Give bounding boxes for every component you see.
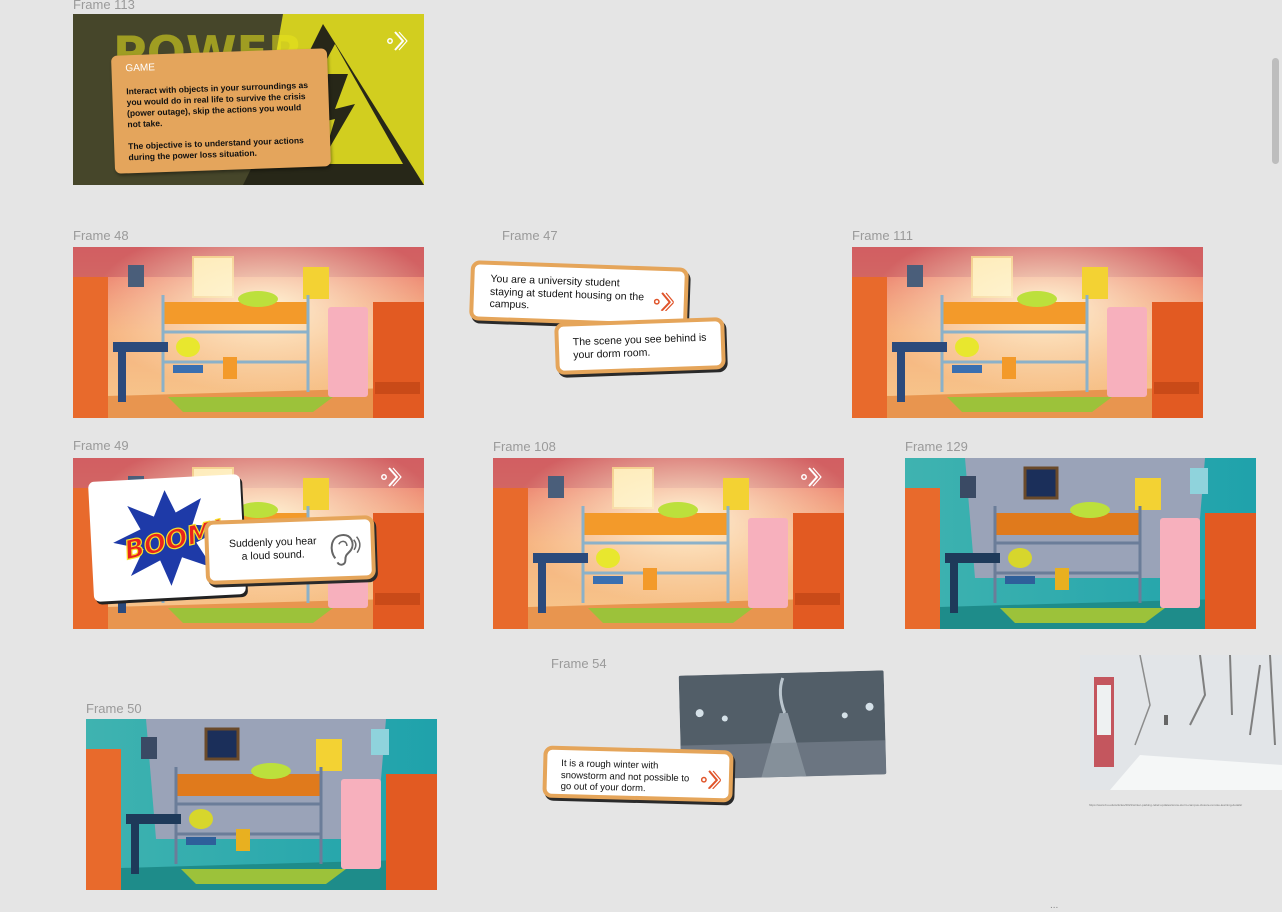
next-arrow-icon[interactable] [801,466,823,488]
story-card-1: You are a university student staying at … [469,260,689,328]
winter-card-text: It is a rough winter with snowstorm and … [560,757,690,795]
game-card-line1: Interact with objects in your surroundin… [126,79,309,130]
next-arrow-icon[interactable] [653,291,675,312]
game-card: GAME Interact with objects in your surro… [111,48,331,174]
next-arrow-icon[interactable] [387,30,409,52]
frame-129[interactable] [905,458,1256,629]
dorm-room-image [852,247,1203,418]
game-card-heading: GAME [125,62,156,75]
frame-108[interactable] [493,458,844,629]
frame-54-label[interactable]: Frame 54 [551,656,607,671]
next-arrow-icon[interactable] [381,466,403,488]
dorm-room-image [73,247,424,418]
dorm-room-image [493,458,844,629]
game-card-line2: The objective is to understand your acti… [127,135,304,163]
frame-48-label[interactable]: Frame 48 [73,228,129,243]
story-card-2-text: The scene you see behind is your dorm ro… [572,331,707,361]
frame-129-label[interactable]: Frame 129 [905,439,968,454]
dark-dorm-room-image [905,458,1256,629]
frame-47-label[interactable]: Frame 47 [502,228,558,243]
frame-50[interactable] [86,719,437,890]
winter-card: It is a rough winter with snowstorm and … [542,745,734,803]
frame-49-label[interactable]: Frame 49 [73,438,129,453]
next-arrow-icon[interactable] [700,769,722,790]
frame-111[interactable] [852,247,1203,418]
frame-50-label[interactable]: Frame 50 [86,701,142,716]
frame-113[interactable]: POWER GAME Interact with objects in your… [73,14,424,185]
frame-108-label[interactable]: Frame 108 [493,439,556,454]
frame-113-label[interactable]: Frame 113 [73,0,135,12]
sound-card: Suddenly you hear a loud sound. [203,515,377,585]
dark-dorm-room-image [86,719,437,890]
frame-111-label[interactable]: Frame 111 [852,228,913,243]
canvas-more-indicator: ... [1050,900,1059,911]
vertical-scrollbar[interactable] [1272,58,1279,164]
reference-url[interactable]: https://www.bu.edu/articles/2021/winter-… [1089,803,1282,807]
frame-48[interactable] [73,247,424,418]
ear-icon [330,534,361,566]
story-card-2: The scene you see behind is your dorm ro… [554,317,726,375]
snow-street-photo[interactable] [1080,655,1282,790]
story-card-1-text: You are a university student staying at … [489,272,645,312]
sound-card-text: Suddenly you hear a loud sound. [228,535,317,563]
